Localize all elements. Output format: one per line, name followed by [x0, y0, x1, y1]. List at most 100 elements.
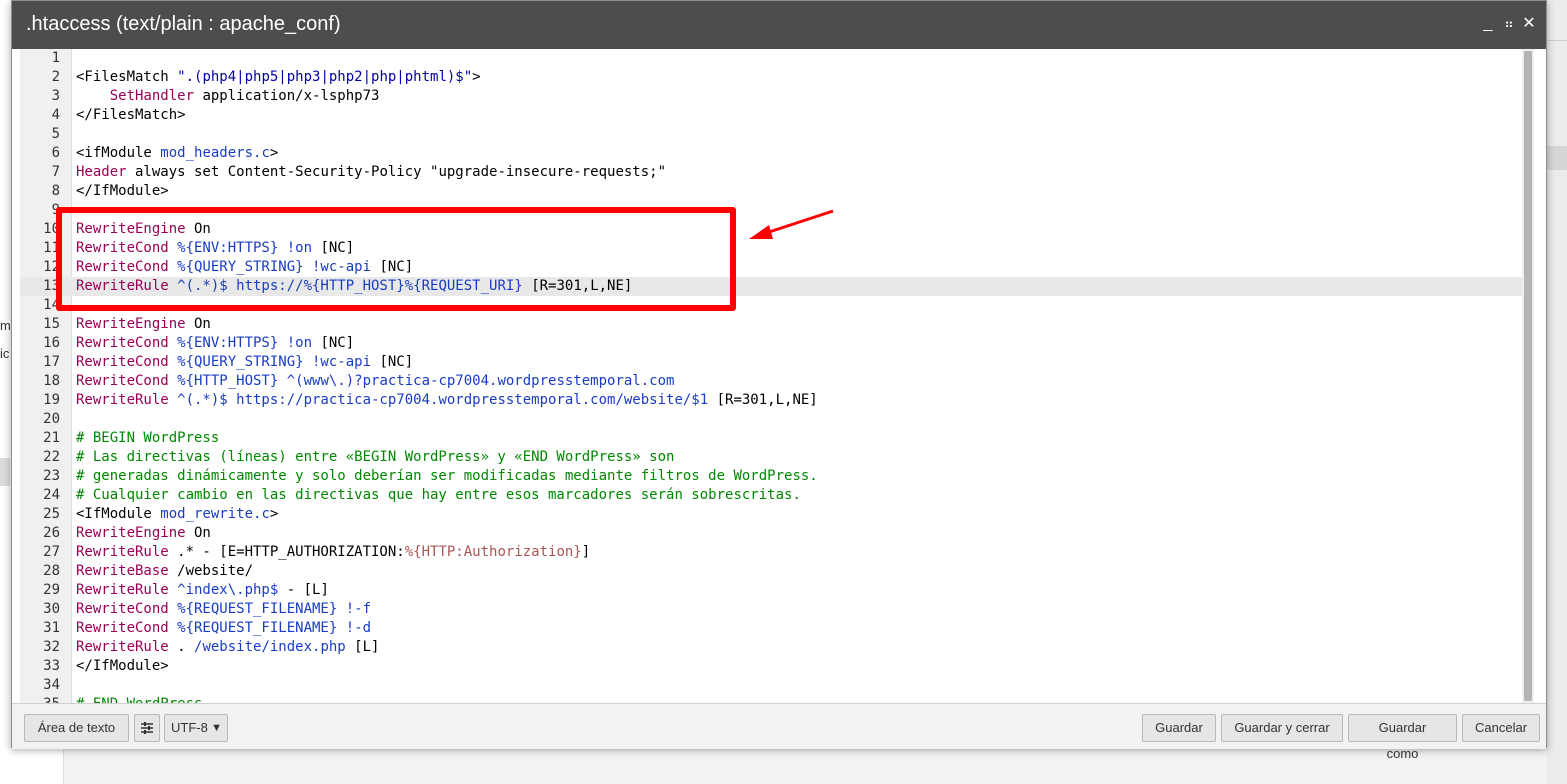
code-line[interactable]: 19 RewriteRule ^(.*)$ https://practica-cp…	[20, 391, 1534, 410]
code-line[interactable]: 15 RewriteEngine On	[20, 315, 1534, 334]
code-line[interactable]: 31 RewriteCond %{REQUEST_FILENAME} !-d	[20, 619, 1534, 638]
code-line[interactable]: 6 <ifModule mod_headers.c>	[20, 144, 1534, 163]
vertical-scrollbar[interactable]	[1522, 49, 1534, 703]
code-line[interactable]: 3 SetHandler application/x-lsphp73	[20, 87, 1534, 106]
save-and-close-button[interactable]: Guardar y cerrar	[1221, 714, 1343, 742]
background-text-fragment: ic	[0, 346, 10, 361]
code-line[interactable]: 26 RewriteEngine On	[20, 524, 1534, 543]
code-line[interactable]: 30 RewriteCond %{REQUEST_FILENAME} !-f	[20, 600, 1534, 619]
line-number: 24	[43, 487, 60, 503]
code-line[interactable]: 1	[20, 49, 1534, 68]
code-token: <IfModule	[76, 506, 161, 522]
code-line[interactable]: 2 <FilesMatch ".(php4|php5|php3|php2|php|…	[20, 68, 1534, 87]
code-text: </IfModule>	[76, 182, 169, 201]
code-line[interactable]: 25 <IfModule mod_rewrite.c>	[20, 505, 1534, 524]
code-token: always set Content-Security-Policy "upgr…	[126, 164, 667, 180]
code-token: # BEGIN WordPress	[76, 430, 220, 446]
line-number: 35	[20, 695, 60, 703]
code-line[interactable]: 28 RewriteBase /website/	[20, 562, 1534, 581]
code-token: # Las directivas (líneas) entre «BEGIN W…	[76, 449, 675, 465]
code-text: </IfModule>	[76, 657, 169, 676]
code-token: .	[168, 639, 195, 655]
cancel-button[interactable]: Cancelar	[1462, 714, 1540, 742]
code-token: <ifModule	[76, 145, 161, 161]
code-token: !-f	[337, 601, 372, 617]
code-token: ".(php4|php5|php3|php2|php|phtml)$"	[177, 69, 473, 85]
code-line[interactable]: 22 # Las directivas (líneas) entre «BEGIN…	[20, 448, 1534, 467]
code-token: !wc-api	[303, 354, 372, 370]
settings-sliders-button[interactable]	[134, 714, 160, 742]
code-token: >	[472, 69, 481, 85]
code-token: %{REQUEST_FILENAME}	[168, 601, 338, 617]
code-text: RewriteCond %{HTTP_HOST} ^(www\.)?practi…	[76, 372, 674, 391]
code-token: RewriteBase	[76, 563, 169, 579]
textarea-mode-button[interactable]: Área de texto	[24, 714, 129, 742]
line-number: 11	[43, 240, 60, 256]
code-token: %{QUERY_STRING}	[168, 354, 304, 370]
code-line[interactable]: 32 RewriteRule . /website/index.php [L]	[20, 638, 1534, 657]
line-number: 19	[43, 392, 60, 408]
line-number: 17	[43, 354, 60, 370]
code-text: # Cualquier cambio en las directivas que…	[76, 486, 801, 505]
line-number: 20	[43, 411, 60, 427]
code-token: </IfModule>	[76, 183, 169, 199]
code-token: RewriteCond	[76, 373, 169, 389]
maximize-icon[interactable]: ⠶	[1500, 15, 1518, 33]
code-token: %{HTTP:Authorization}	[404, 544, 582, 560]
dialog-titlebar[interactable]: .htaccess (text/plain : apache_conf) _ ⠶…	[12, 1, 1546, 49]
code-line[interactable]: 27 RewriteRule .* - [E=HTTP_AUTHORIZATION…	[20, 543, 1534, 562]
code-text: # END WordPress	[76, 695, 202, 703]
code-line[interactable]: 21 # BEGIN WordPress	[20, 429, 1534, 448]
code-text: RewriteCond %{REQUEST_FILENAME} !-d	[76, 619, 371, 638]
code-token: - [L]	[278, 582, 329, 598]
code-text: RewriteCond %{QUERY_STRING} !wc-api [NC]	[76, 353, 413, 372]
code-token: !-d	[337, 620, 372, 636]
scrollbar-thumb[interactable]	[1524, 51, 1532, 701]
line-number: 27	[43, 544, 60, 560]
code-editor[interactable]: 1 2 <FilesMatch ".(php4|php5|php3|php2|php…	[20, 49, 1534, 703]
code-text: Header always set Content-Security-Polic…	[76, 163, 666, 182]
code-token: SetHandler	[109, 88, 195, 104]
code-line[interactable]: 35 # END WordPress	[20, 695, 1534, 703]
dialog-title: .htaccess (text/plain : apache_conf)	[26, 13, 341, 35]
code-line[interactable]: 16 RewriteCond %{ENV:HTTPS} !on [NC]	[20, 334, 1534, 353]
code-token: /website/	[168, 563, 254, 579]
code-token: RewriteRule	[76, 392, 169, 408]
save-as-button[interactable]: Guardar como	[1348, 714, 1457, 761]
code-line[interactable]: 7 Header always set Content-Security-Poli…	[20, 163, 1534, 182]
code-text: RewriteCond %{ENV:HTTPS} !on [NC]	[76, 334, 354, 353]
minimize-icon[interactable]: _	[1479, 15, 1497, 33]
code-line[interactable]: 4 </FilesMatch>	[20, 106, 1534, 125]
code-line[interactable]: 33 </IfModule>	[20, 657, 1534, 676]
code-line[interactable]: 23 # generadas dinámicamente y solo deber…	[20, 467, 1534, 486]
code-text: RewriteRule ^(.*)$ https://practica-cp70…	[76, 391, 818, 410]
code-token: application/x-lsphp73	[194, 88, 380, 104]
code-line[interactable]: 18 RewriteCond %{HTTP_HOST} ^(www\.)?prac…	[20, 372, 1534, 391]
code-line[interactable]: 20	[20, 410, 1534, 429]
code-line[interactable]: 5	[20, 125, 1534, 144]
code-line[interactable]: 34	[20, 676, 1534, 695]
line-number: 8	[51, 183, 60, 199]
code-line[interactable]: 17 RewriteCond %{QUERY_STRING} !wc-api [N…	[20, 353, 1534, 372]
line-number: 23	[43, 468, 60, 484]
encoding-select[interactable]: UTF-8 ▼	[164, 714, 228, 742]
code-line[interactable]: 24 # Cualquier cambio en las directivas q…	[20, 486, 1534, 505]
save-button[interactable]: Guardar	[1142, 714, 1216, 742]
code-token: <FilesMatch	[76, 69, 178, 85]
code-token: !on	[278, 335, 313, 351]
line-number: 15	[43, 316, 60, 332]
code-text: RewriteRule ^index\.php$ - [L]	[76, 581, 329, 600]
code-line[interactable]: 8 </IfModule>	[20, 182, 1534, 201]
sliders-icon	[141, 722, 153, 734]
code-line[interactable]: 29 RewriteRule ^index\.php$ - [L]	[20, 581, 1534, 600]
code-text: RewriteEngine On	[76, 524, 211, 543]
code-token: %{REQUEST_FILENAME}	[168, 620, 338, 636]
code-token: RewriteRule	[76, 639, 169, 655]
code-token: %{ENV:HTTPS}	[168, 335, 279, 351]
code-token: RewriteCond	[76, 601, 169, 617]
line-number: 5	[51, 126, 60, 142]
line-number: 31	[43, 620, 60, 636]
close-icon[interactable]: ✕	[1520, 15, 1538, 33]
code-lines[interactable]: 1 2 <FilesMatch ".(php4|php5|php3|php2|php…	[20, 49, 1534, 703]
